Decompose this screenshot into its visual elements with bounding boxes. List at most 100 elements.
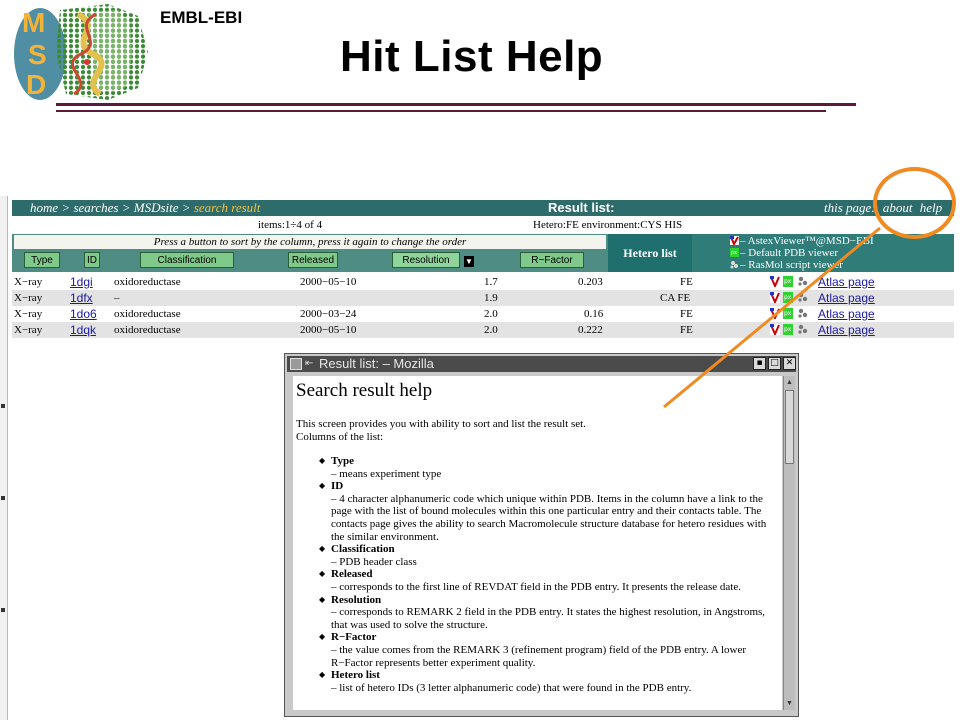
cell-resolution: 2.0 — [484, 324, 498, 336]
help-column-list: ◆ Type – means experiment type ◆ ID – 4 char… — [319, 455, 781, 694]
cell-resolution: 1.7 — [484, 276, 498, 288]
cell-type: X−ray — [14, 292, 43, 304]
help-item-desc: – means experiment type — [331, 467, 442, 480]
help-item-name: R−Factor — [331, 631, 377, 644]
cell-hetero: FE — [680, 324, 693, 336]
page-links-label: this page: — [824, 200, 876, 215]
popup-scrollbar[interactable]: ▲ ▼ — [783, 376, 795, 710]
pdb-viewer-icon[interactable]: px — [783, 292, 793, 303]
entry-id-link[interactable]: 1dgi — [70, 274, 93, 290]
crumb-msdsite[interactable]: MSDsite — [134, 200, 179, 215]
sort-resolution-button[interactable]: Resolution — [392, 252, 460, 268]
sort-button-row: Type ID Classification Released Resoluti… — [12, 250, 608, 272]
cell-released: 2000−05−10 — [300, 276, 357, 288]
bullet-icon: ◆ — [319, 544, 326, 554]
list-item: ◆ Hetero list – list of hetero IDs (3 lett… — [319, 669, 781, 694]
cell-type: X−ray — [14, 308, 43, 320]
cell-hetero: FE — [680, 308, 693, 320]
maximize-icon[interactable]: □ — [768, 357, 781, 370]
minimize-icon[interactable]: ▪ — [753, 357, 766, 370]
msd-logo: M S D — [14, 4, 148, 100]
sort-classification-button[interactable]: Classification — [140, 252, 234, 268]
help-heading: Search result help — [296, 380, 433, 401]
list-item: ◆ Type – means experiment type — [319, 455, 781, 480]
cell-rfactor: 0.222 — [578, 324, 603, 336]
rasmol-icon[interactable] — [798, 308, 808, 319]
crumb-sep: > — [181, 200, 191, 215]
scroll-up-icon[interactable]: ▲ — [785, 377, 794, 388]
crumb-home[interactable]: home — [30, 200, 58, 215]
legend-pdb-viewer: – Default PDB viewer — [740, 247, 839, 259]
cell-type: X−ray — [14, 324, 43, 336]
help-item-desc: – PDB header class — [331, 555, 417, 568]
scroll-thumb[interactable] — [785, 390, 794, 464]
bullet-icon: ◆ — [319, 456, 326, 465]
rasmol-icon[interactable] — [798, 324, 808, 335]
cell-classification: oxidoreductase — [114, 308, 181, 320]
astex-viewer-icon[interactable] — [770, 276, 780, 287]
entry-id-link[interactable]: 1do6 — [70, 306, 97, 322]
table-row: X−ray 1dqk oxidoreductase 2000−05−10 2.0… — [12, 322, 954, 338]
help-link-callout-circle — [873, 167, 956, 239]
logo-letter-s: S — [28, 39, 47, 70]
pdb-viewer-icon[interactable]: px — [783, 324, 793, 335]
sort-type-button[interactable]: Type — [24, 252, 60, 268]
cell-resolution: 1.9 — [484, 292, 498, 304]
cell-rfactor: 0.16 — [584, 308, 604, 320]
pin-icon[interactable]: ⇤ — [305, 358, 317, 370]
cell-hetero: CA FE — [660, 292, 691, 304]
svg-text:px: px — [784, 294, 792, 301]
crumb-searches[interactable]: searches — [73, 200, 118, 215]
sort-id-button[interactable]: ID — [84, 252, 100, 268]
help-item-name: Type — [331, 455, 355, 467]
bullet-icon: ◆ — [319, 481, 326, 491]
help-columns-label: Columns of the list: — [296, 431, 384, 443]
crumb-sep: > — [61, 200, 71, 215]
list-item: ◆ ID – 4 character alphanumeric code which… — [319, 480, 781, 543]
sort-direction-icon[interactable]: ▼ — [464, 256, 474, 267]
scroll-tick — [1, 496, 5, 500]
bullet-icon: ◆ — [319, 670, 326, 680]
entry-id-link[interactable]: 1dqk — [70, 322, 96, 338]
title-rule-bottom — [56, 110, 826, 112]
bullet-icon: ◆ — [319, 569, 326, 579]
breadcrumb: home > searches > MSDsite > search resul… — [30, 200, 260, 216]
atlas-page-link[interactable]: Atlas page — [818, 274, 875, 290]
atlas-page-link[interactable]: Atlas page — [818, 322, 875, 338]
svg-text:px: px — [784, 310, 792, 317]
astex-viewer-icon[interactable] — [770, 308, 780, 319]
crumb-current: search result — [193, 200, 261, 215]
org-name: EMBL-EBI — [160, 8, 243, 27]
sort-released-button[interactable]: Released — [288, 252, 338, 268]
bullet-icon: ◆ — [319, 632, 326, 642]
window-menu-icon[interactable] — [290, 358, 302, 370]
scroll-down-icon[interactable]: ▼ — [785, 698, 794, 709]
sort-rfactor-button[interactable]: R−Factor — [520, 252, 584, 268]
pdb-viewer-icon[interactable]: px — [783, 308, 793, 319]
astex-viewer-icon[interactable] — [770, 292, 780, 303]
atlas-page-link[interactable]: Atlas page — [818, 290, 875, 306]
popup-titlebar[interactable]: ⇤ Result list: – Mozilla ▪ □ ✕ — [287, 356, 796, 372]
close-icon[interactable]: ✕ — [783, 357, 796, 370]
scroll-tick — [1, 404, 5, 408]
crumb-sep: > — [121, 200, 131, 215]
cell-released: 2000−03−24 — [300, 308, 357, 320]
rasmol-icon[interactable] — [798, 292, 808, 303]
help-item-name: Resolution — [331, 593, 382, 606]
nav-bar: home > searches > MSDsite > search resul… — [12, 200, 954, 216]
astex-viewer-icon[interactable] — [770, 324, 780, 335]
list-item: ◆ Released – corresponds to the first line… — [319, 568, 781, 593]
help-item-name: Hetero list — [331, 669, 380, 682]
table-row: X−ray 1dfx – 1.9 CA FE px Atlas page — [12, 290, 954, 306]
pdb-viewer-icon[interactable]: px — [783, 276, 793, 287]
entry-id-link[interactable]: 1dfx — [70, 290, 93, 306]
help-item-desc: – corresponds to the first line of REVDA… — [331, 580, 741, 593]
help-popup-window: ⇤ Result list: – Mozilla ▪ □ ✕ Search re… — [284, 353, 799, 717]
atlas-page-link[interactable]: Atlas page — [818, 306, 875, 322]
help-item-desc: – list of hetero IDs (3 letter alphanume… — [331, 681, 692, 694]
rasmol-icon[interactable] — [798, 276, 808, 287]
help-item-desc: – the value comes from the REMARK 3 (ref… — [331, 643, 747, 669]
svg-text:px: px — [784, 278, 792, 285]
svg-text:px: px — [731, 250, 737, 256]
result-list-title: Result list: — [548, 200, 615, 215]
